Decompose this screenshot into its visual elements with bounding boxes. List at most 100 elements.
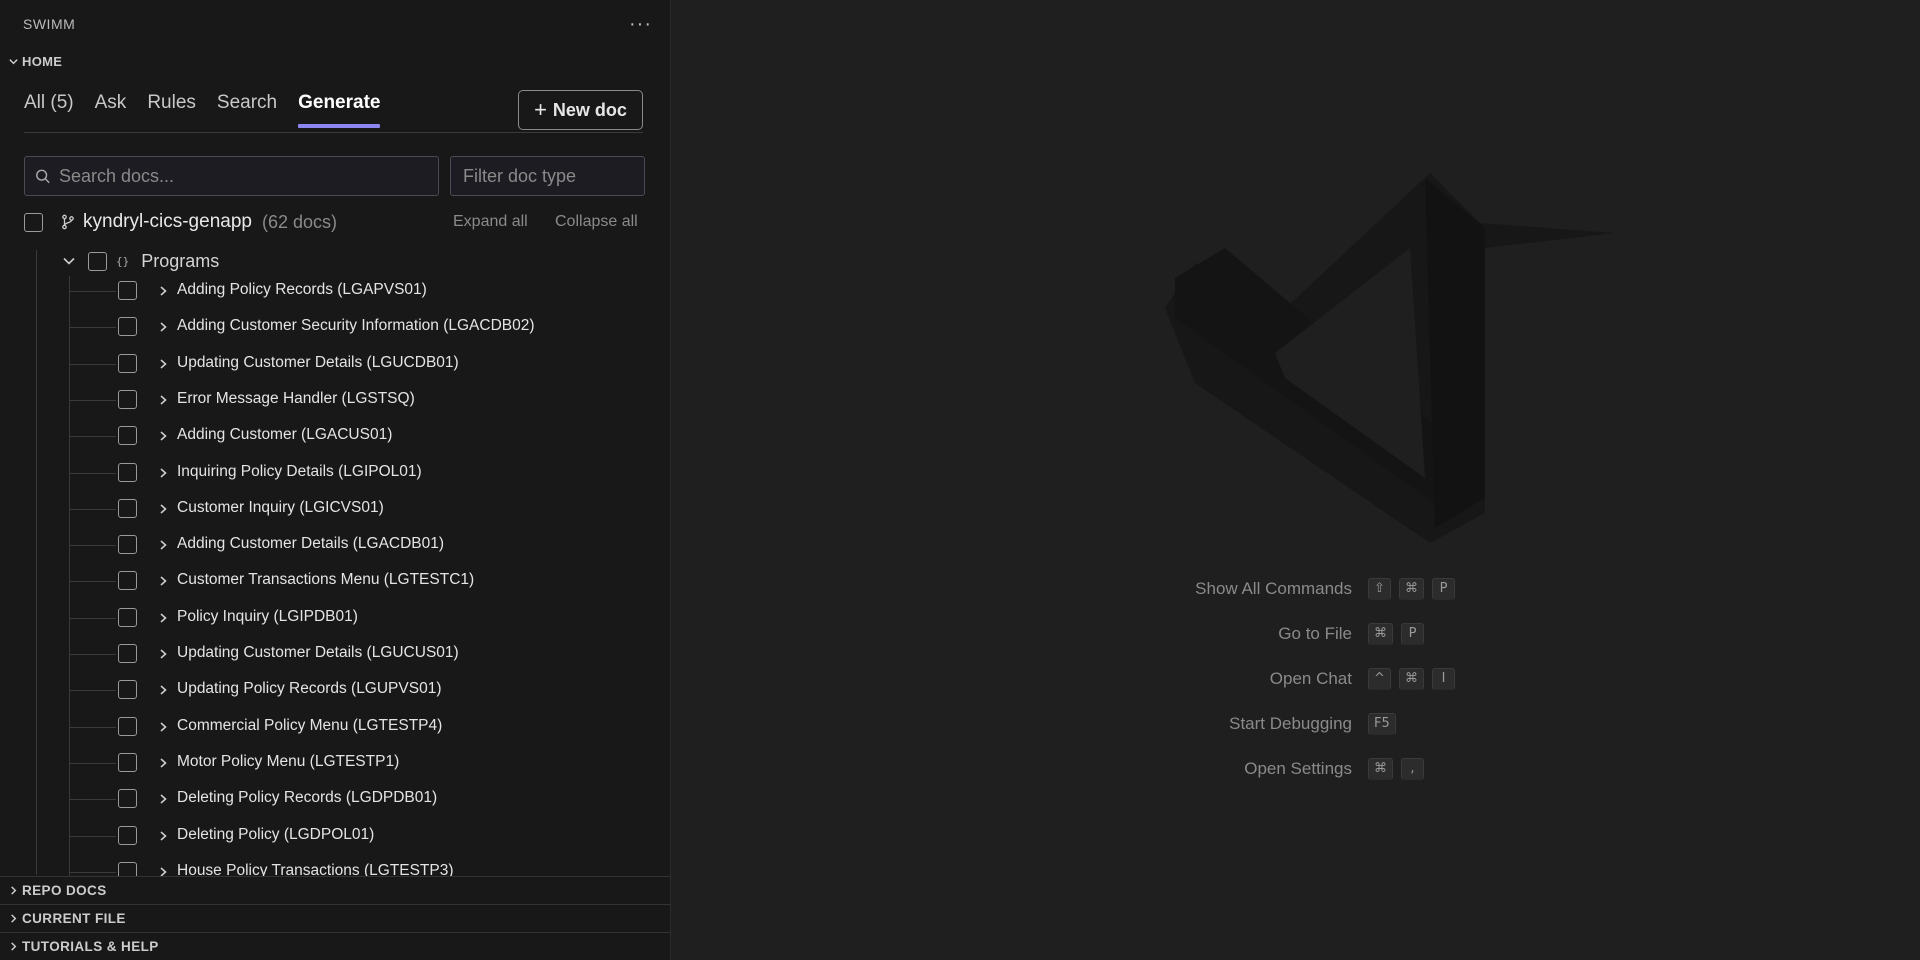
- tree-guide: [70, 690, 116, 692]
- chevron-right-icon[interactable]: [157, 466, 169, 480]
- doc-checkbox[interactable]: [118, 861, 137, 876]
- list-item[interactable]: Deleting Policy Records (LGDPDB01): [0, 786, 660, 812]
- key-cap: F5: [1368, 712, 1396, 735]
- list-item[interactable]: Customer Transactions Menu (LGTESTC1): [0, 568, 660, 594]
- list-item[interactable]: House Policy Transactions (LGTESTP3): [0, 859, 660, 876]
- chevron-right-icon[interactable]: [157, 502, 169, 516]
- chevron-right-icon[interactable]: [157, 574, 169, 588]
- chevron-right-icon[interactable]: [157, 792, 169, 806]
- home-section-header[interactable]: HOME: [0, 48, 670, 74]
- tree-guide: [70, 436, 116, 438]
- chevron-right-icon[interactable]: [157, 865, 169, 876]
- chevron-right-icon[interactable]: [157, 756, 169, 770]
- plus-icon: +: [534, 97, 547, 122]
- chevron-right-icon[interactable]: [157, 720, 169, 734]
- tree-guide: [70, 327, 116, 329]
- tab-generate[interactable]: Generate: [298, 92, 381, 128]
- list-item[interactable]: Adding Policy Records (LGAPVS01): [0, 280, 660, 304]
- doc-checkbox[interactable]: [118, 789, 137, 809]
- tab-all-5[interactable]: All (5): [24, 92, 74, 128]
- list-item[interactable]: Policy Inquiry (LGIPDB01): [0, 605, 660, 631]
- doc-checkbox[interactable]: [118, 752, 137, 772]
- tree-guide: [70, 399, 116, 401]
- repo-doc-count: (62 docs): [261, 211, 338, 232]
- programs-checkbox[interactable]: [88, 251, 107, 271]
- tree-guide: [70, 726, 116, 728]
- doc-checkbox[interactable]: [118, 607, 137, 627]
- shortcut-row[interactable]: Go to File ⌘ P: [1100, 611, 1520, 656]
- doc-checkbox[interactable]: [118, 535, 137, 555]
- key-cap: ⌘: [1399, 667, 1424, 690]
- doc-checkbox[interactable]: [118, 498, 137, 518]
- list-item[interactable]: Commercial Policy Menu (LGTESTP4): [0, 714, 660, 740]
- chevron-right-icon[interactable]: [157, 829, 169, 843]
- doc-checkbox[interactable]: [118, 353, 137, 373]
- swimm-sidebar: SWIMM ··· HOME All (5) Ask Rules Search Gene…: [0, 0, 671, 960]
- search-box[interactable]: [24, 156, 439, 196]
- new-doc-button[interactable]: + New doc: [518, 90, 643, 130]
- shortcut-row[interactable]: Show All Commands ⇧ ⌘ P: [1100, 566, 1520, 611]
- doc-checkbox[interactable]: [118, 462, 137, 482]
- list-item[interactable]: Adding Customer Details (LGACDB01): [0, 532, 660, 558]
- list-item[interactable]: Error Message Handler (LGSTSQ): [0, 387, 660, 413]
- chevron-right-icon[interactable]: [157, 683, 169, 697]
- chevron-right-icon[interactable]: [157, 357, 169, 371]
- chevron-down-icon: [4, 56, 22, 67]
- list-item[interactable]: Adding Customer Security Information (LG…: [0, 314, 660, 340]
- list-item[interactable]: Customer Inquiry (LGICVS01): [0, 496, 660, 522]
- list-item[interactable]: Updating Customer Details (LGUCUS01): [0, 641, 660, 667]
- tree-guide: [70, 291, 116, 292]
- list-item[interactable]: Adding Customer (LGACUS01): [0, 423, 660, 449]
- chevron-right-icon[interactable]: [157, 284, 169, 298]
- programs-label: Programs: [141, 250, 220, 271]
- list-item[interactable]: Updating Policy Records (LGUPVS01): [0, 677, 660, 703]
- section-header-current-file[interactable]: CURRENT FILE: [0, 904, 671, 932]
- tree-guide: [70, 871, 116, 873]
- doc-checkbox[interactable]: [118, 644, 137, 663]
- tree-guide: [70, 472, 116, 474]
- shortcut-row[interactable]: Open Settings ⌘,: [1100, 746, 1520, 791]
- section-label: CURRENT FILE: [22, 911, 126, 926]
- doc-title: Adding Policy Records (LGAPVS01): [177, 281, 427, 298]
- chevron-right-icon: [4, 913, 22, 924]
- tab-rules[interactable]: Rules: [147, 92, 196, 128]
- shortcut-row[interactable]: Start Debugging F5: [1100, 701, 1520, 746]
- search-input[interactable]: [58, 165, 438, 187]
- key-cap: ^: [1368, 667, 1391, 690]
- chevron-right-icon[interactable]: [157, 611, 169, 625]
- chevron-right-icon[interactable]: [157, 647, 169, 661]
- list-item[interactable]: Motor Policy Menu (LGTESTP1): [0, 750, 660, 776]
- section-header-tutorials-help[interactable]: TUTORIALS & HELP: [0, 932, 671, 960]
- more-actions-icon[interactable]: ···: [629, 13, 652, 36]
- chevron-right-icon[interactable]: [157, 429, 169, 443]
- repo-checkbox[interactable]: [24, 212, 43, 232]
- shortcut-row[interactable]: Open Chat ^ ⌘ I: [1100, 656, 1520, 701]
- doc-title: Commercial Policy Menu (LGTESTP4): [177, 716, 443, 734]
- chevron-down-icon[interactable]: [60, 254, 78, 268]
- doc-checkbox[interactable]: [118, 571, 137, 591]
- doc-checkbox[interactable]: [118, 389, 137, 409]
- tab-ask[interactable]: Ask: [95, 92, 127, 128]
- shortcut-label: Open Chat: [1269, 668, 1352, 688]
- doc-checkbox[interactable]: [118, 825, 137, 845]
- doc-checkbox[interactable]: [118, 680, 137, 700]
- doc-checkbox[interactable]: [118, 716, 137, 736]
- filter-doc-type-input[interactable]: [463, 165, 644, 187]
- tab-search[interactable]: Search: [217, 92, 277, 128]
- repo-name[interactable]: kyndryl-cics-genapp: [83, 211, 252, 233]
- doc-checkbox[interactable]: [118, 317, 137, 337]
- collapse-all-link[interactable]: Collapse all: [555, 213, 638, 231]
- doc-checkbox[interactable]: [118, 281, 137, 300]
- chevron-right-icon[interactable]: [157, 393, 169, 407]
- list-item[interactable]: Deleting Policy (LGDPOL01): [0, 823, 660, 849]
- doc-checkbox[interactable]: [118, 426, 137, 446]
- list-item[interactable]: Inquiring Policy Details (LGIPOL01): [0, 460, 660, 486]
- chevron-right-icon[interactable]: [157, 538, 169, 552]
- programs-folder-row[interactable]: {} Programs: [60, 249, 219, 273]
- chevron-right-icon[interactable]: [157, 320, 169, 334]
- filter-box[interactable]: [450, 156, 645, 196]
- doc-title: Motor Policy Menu (LGTESTP1): [177, 752, 400, 770]
- expand-all-link[interactable]: Expand all: [453, 213, 528, 231]
- section-header-repo-docs[interactable]: REPO DOCS: [0, 876, 671, 904]
- list-item[interactable]: Updating Customer Details (LGUCDB01): [0, 351, 660, 377]
